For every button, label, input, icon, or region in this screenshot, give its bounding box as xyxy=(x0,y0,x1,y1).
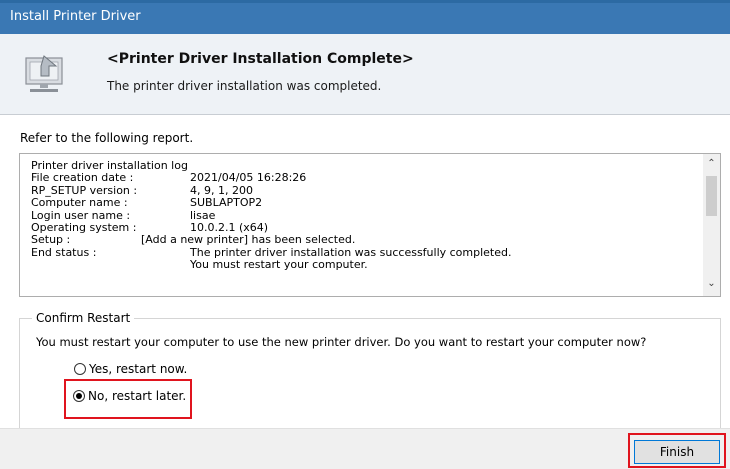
log-value: You must restart your computer. xyxy=(190,258,368,272)
log-row-setup: Setup : [Add a new printer] has been sele… xyxy=(31,233,700,247)
log-row: Computer name : SUBLAPTOP2 xyxy=(31,196,700,210)
scroll-up-icon[interactable]: ⌃ xyxy=(703,158,720,172)
dialog-header: <Printer Driver Installation Complete> T… xyxy=(0,34,730,115)
log-row: Operating system :10.0.2.1 (x64) xyxy=(31,221,700,234)
log-row: File creation date : 2021/04/05 16:28:26 xyxy=(31,171,700,185)
radio-unchecked-icon[interactable] xyxy=(74,363,86,375)
confirm-restart-legend: Confirm Restart xyxy=(32,311,135,325)
log-content: Printer driver installation log File cre… xyxy=(31,159,700,272)
highlight-box-restart-later xyxy=(64,379,192,419)
log-scrollbar[interactable]: ⌃ ⌄ xyxy=(703,154,720,296)
log-row: RP_SETUP version :4, 9, 1, 200 xyxy=(31,184,700,197)
restart-message: You must restart your computer to use th… xyxy=(36,335,647,349)
radio-restart-now[interactable]: Yes, restart now. xyxy=(74,362,187,376)
refer-text: Refer to the following report. xyxy=(20,131,194,145)
log-key: Setup : xyxy=(31,233,71,247)
scroll-thumb[interactable] xyxy=(706,176,717,216)
window-title: Install Printer Driver xyxy=(10,9,141,24)
log-key: End status : xyxy=(31,245,97,259)
log-value: SUBLAPTOP2 xyxy=(190,196,263,210)
dialog-footer xyxy=(0,428,730,469)
log-key: Computer name : xyxy=(31,196,128,210)
log-row-end-status-2: You must restart your computer. xyxy=(31,258,700,272)
computer-install-icon xyxy=(25,55,63,92)
highlight-box-finish xyxy=(628,433,726,468)
header-subtitle: The printer driver installation was comp… xyxy=(107,79,382,93)
radio-restart-now-label[interactable]: Yes, restart now. xyxy=(89,362,187,376)
log-key: File creation date : xyxy=(31,171,134,185)
installation-log[interactable]: Printer driver installation log File cre… xyxy=(19,153,721,297)
title-bar: Install Printer Driver xyxy=(0,0,730,34)
log-value: 2021/04/05 16:28:26 xyxy=(190,171,307,185)
scroll-down-icon[interactable]: ⌄ xyxy=(703,278,720,292)
header-title: <Printer Driver Installation Complete> xyxy=(107,51,414,67)
log-value: [Add a new printer] has been selected. xyxy=(141,233,356,247)
